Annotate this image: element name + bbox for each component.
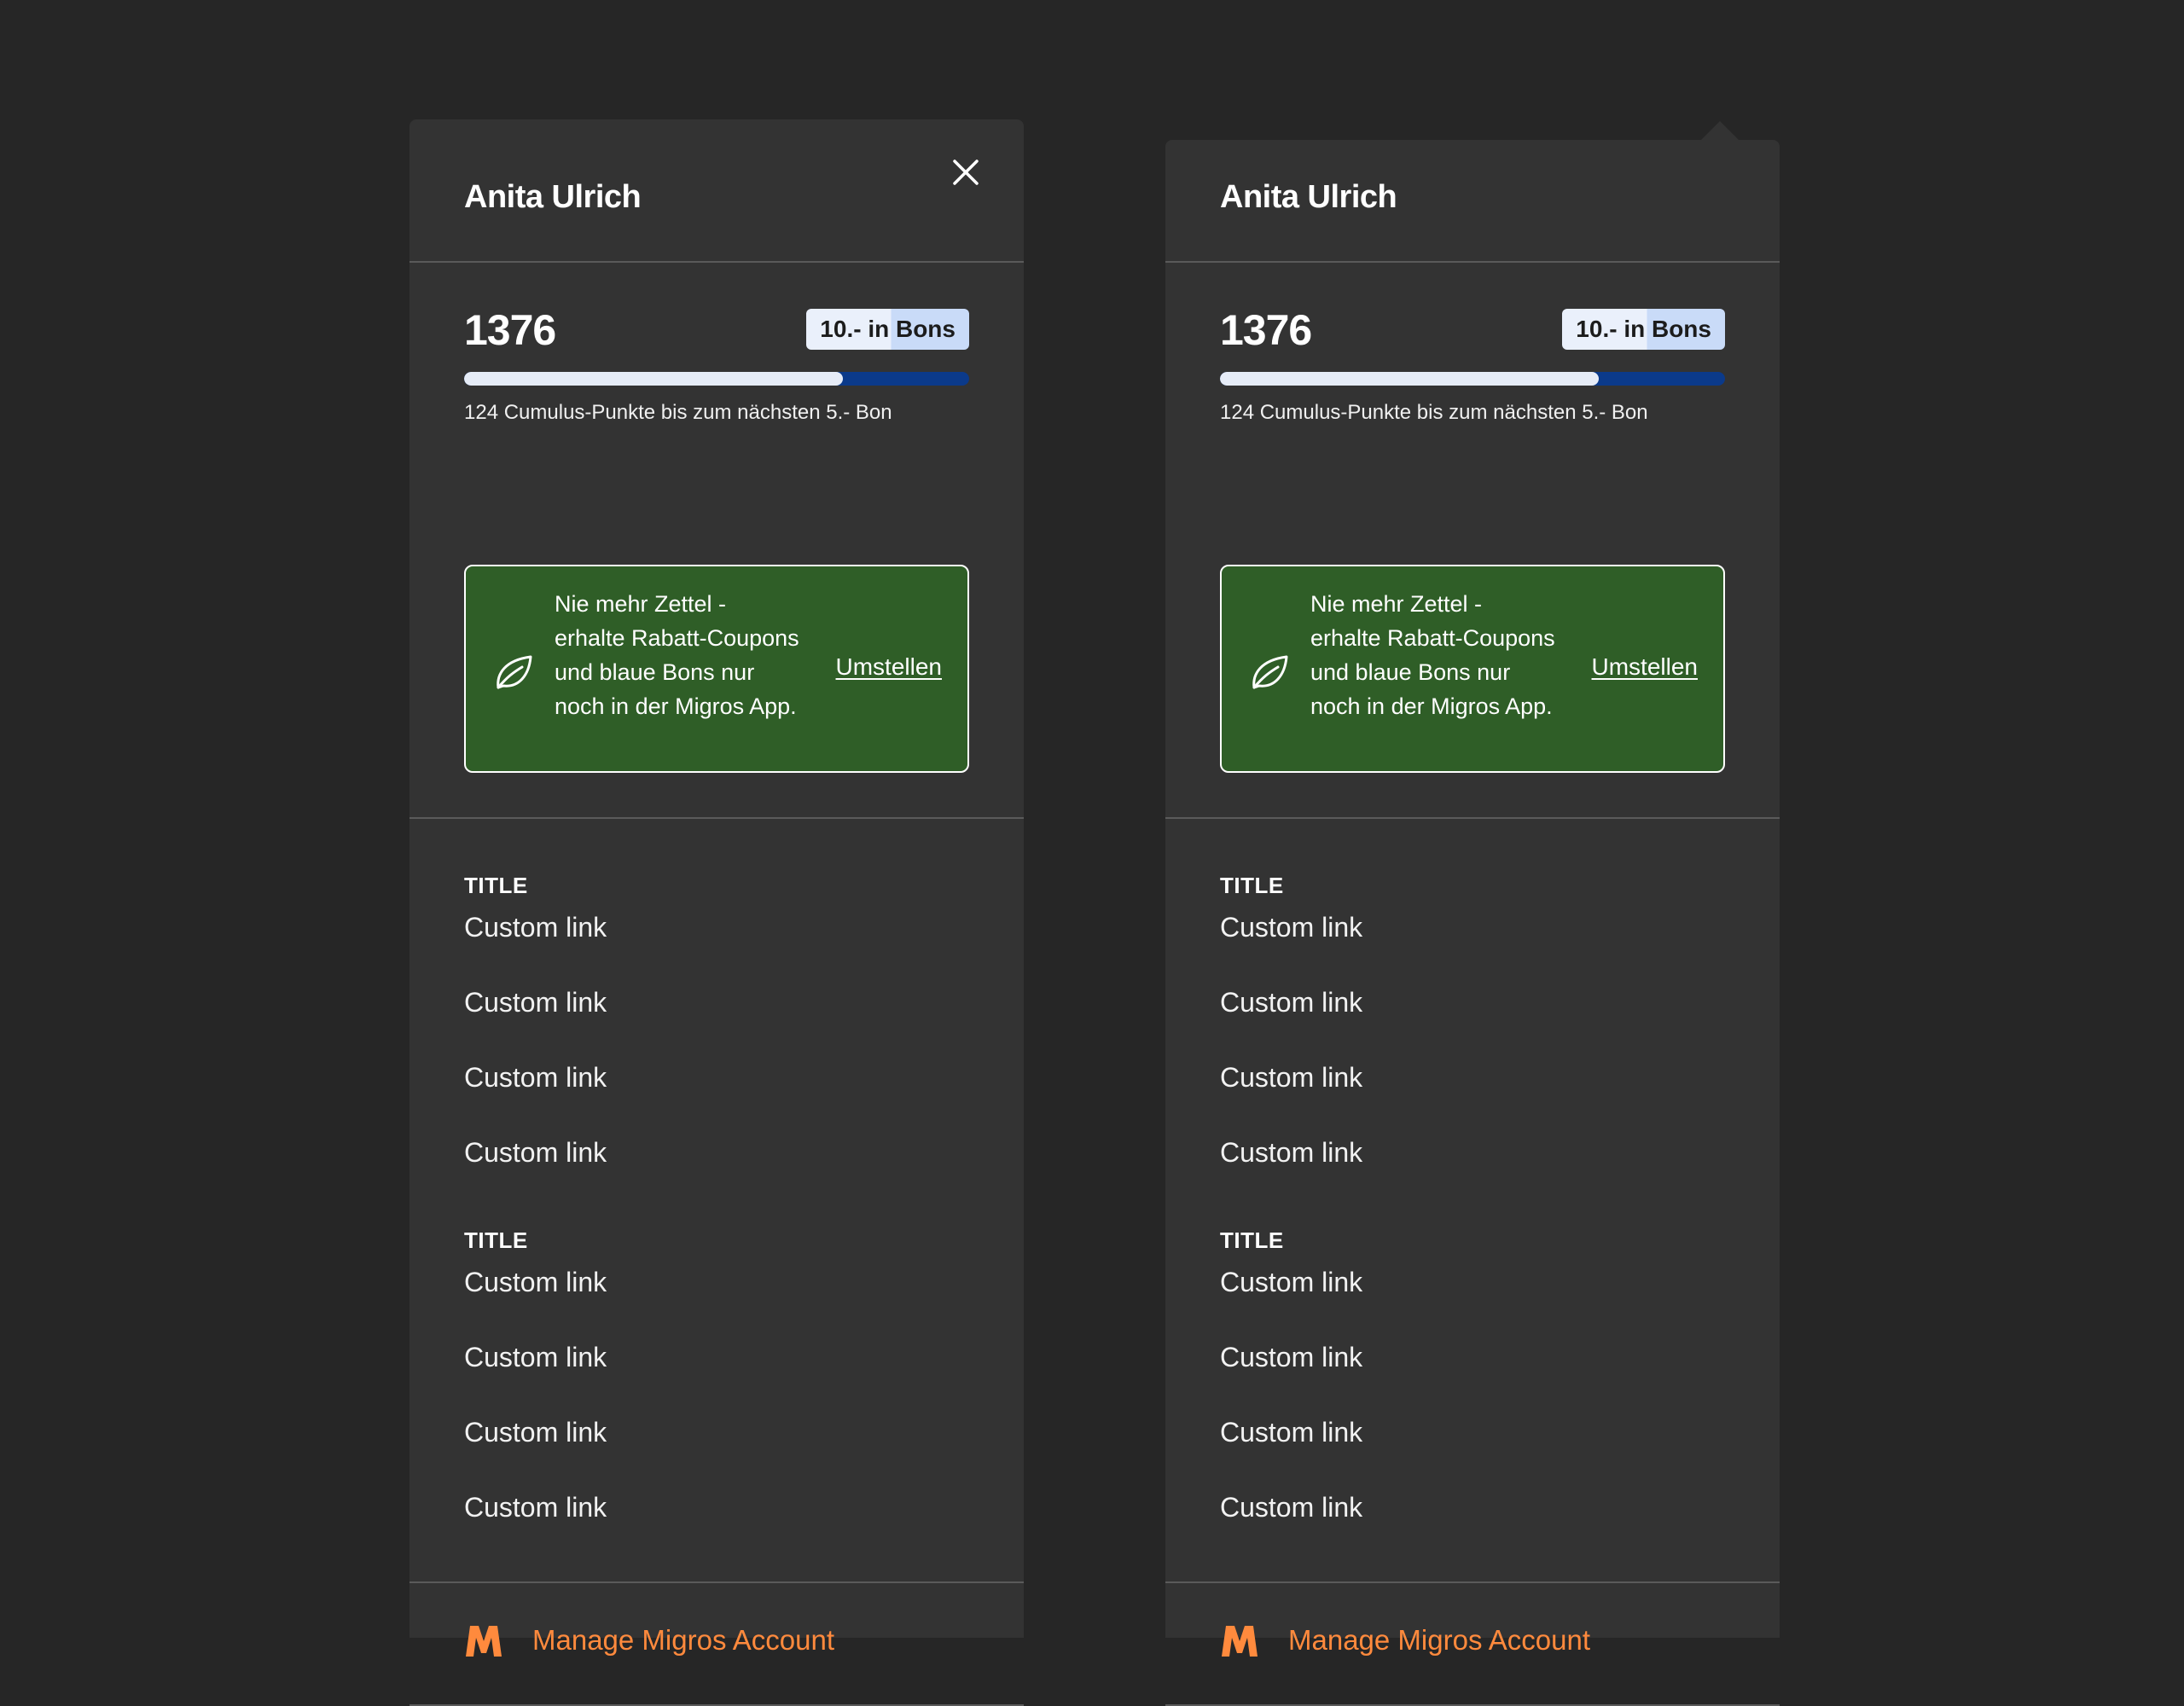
- custom-link[interactable]: Custom link: [1220, 904, 1725, 979]
- custom-link[interactable]: Custom link: [1220, 1129, 1725, 1204]
- custom-link[interactable]: Custom link: [1220, 1409, 1725, 1484]
- points-progress-fill: [1220, 372, 1599, 386]
- custom-link[interactable]: Custom link: [464, 1259, 969, 1334]
- group-title: TITLE: [1220, 873, 1284, 898]
- group-title: TITLE: [1220, 1227, 1284, 1253]
- custom-link[interactable]: Custom link: [464, 904, 969, 979]
- link-group: TITLE Custom link Custom link Custom lin…: [1220, 1225, 1725, 1559]
- dropdown-notch: [1701, 121, 1739, 140]
- custom-link[interactable]: Custom link: [464, 1054, 969, 1129]
- custom-link[interactable]: Custom link: [1220, 1334, 1725, 1409]
- eco-banner-text: Nie mehr Zettel - erhalte Rabatt-Coupons…: [555, 591, 799, 719]
- migros-m-icon: [464, 1624, 503, 1658]
- custom-link[interactable]: Custom link: [1220, 1484, 1725, 1559]
- points-caption: 124 Cumulus-Punkte bis zum nächsten 5.- …: [464, 401, 892, 424]
- custom-link[interactable]: Custom link: [1220, 1259, 1725, 1334]
- custom-link[interactable]: Custom link: [464, 979, 969, 1054]
- eco-banner: Nie mehr Zettel - erhalte Rabatt-Coupons…: [464, 565, 969, 773]
- points-progress-bar: [1220, 372, 1725, 386]
- links-section: TITLE Custom link Custom link Custom lin…: [1165, 819, 1780, 1583]
- group-title: TITLE: [464, 873, 528, 898]
- points-caption: 124 Cumulus-Punkte bis zum nächsten 5.- …: [1220, 401, 1648, 424]
- custom-link[interactable]: Custom link: [464, 1484, 969, 1559]
- leaf-icon: [1247, 650, 1292, 694]
- umstellen-link[interactable]: Umstellen: [1592, 653, 1698, 681]
- group-title: TITLE: [464, 1227, 528, 1253]
- migros-m-icon: [1220, 1624, 1259, 1658]
- close-icon: [953, 160, 979, 185]
- manage-account-link[interactable]: Manage Migros Account: [532, 1624, 834, 1657]
- manage-account-link[interactable]: Manage Migros Account: [1288, 1624, 1590, 1657]
- custom-link[interactable]: Custom link: [464, 1129, 969, 1204]
- eco-banner-text: Nie mehr Zettel - erhalte Rabatt-Coupons…: [1310, 591, 1555, 719]
- leaf-icon: [491, 650, 536, 694]
- cumulus-points-section: 1376 10.- in Bons 124 Cumulus-Punkte bis…: [410, 263, 1024, 819]
- bons-badge: 10.- in Bons: [1562, 309, 1725, 350]
- points-progress-fill: [464, 372, 843, 386]
- bons-badge: 10.- in Bons: [806, 309, 969, 350]
- panel-header: Anita Ulrich: [410, 119, 1024, 263]
- account-panel-overlay: Anita Ulrich 1376 10.- in Bons 124 Cumul…: [410, 119, 1024, 1706]
- custom-link[interactable]: Custom link: [464, 1334, 969, 1409]
- eco-banner: Nie mehr Zettel - erhalte Rabatt-Coupons…: [1220, 565, 1725, 773]
- custom-link[interactable]: Custom link: [1220, 979, 1725, 1054]
- link-group: TITLE Custom link Custom link Custom lin…: [464, 1225, 969, 1559]
- close-button[interactable]: [945, 152, 986, 193]
- user-name: Anita Ulrich: [464, 179, 642, 215]
- user-name: Anita Ulrich: [1220, 179, 1397, 215]
- cumulus-points-section: 1376 10.- in Bons 124 Cumulus-Punkte bis…: [1165, 263, 1780, 819]
- umstellen-link[interactable]: Umstellen: [836, 653, 942, 681]
- manage-account-row[interactable]: Manage Migros Account: [410, 1583, 1024, 1706]
- custom-link[interactable]: Custom link: [1220, 1054, 1725, 1129]
- panel-header: Anita Ulrich: [1165, 140, 1780, 263]
- custom-link[interactable]: Custom link: [464, 1409, 969, 1484]
- points-value: 1376: [464, 306, 556, 354]
- links-section: TITLE Custom link Custom link Custom lin…: [410, 819, 1024, 1583]
- account-panel-dropdown: Anita Ulrich 1376 10.- in Bons 124 Cumul…: [1165, 121, 1780, 1706]
- points-value: 1376: [1220, 306, 1312, 354]
- points-progress-bar: [464, 372, 969, 386]
- manage-account-row[interactable]: Manage Migros Account: [1165, 1583, 1780, 1706]
- link-group: TITLE Custom link Custom link Custom lin…: [464, 870, 969, 1204]
- link-group: TITLE Custom link Custom link Custom lin…: [1220, 870, 1725, 1204]
